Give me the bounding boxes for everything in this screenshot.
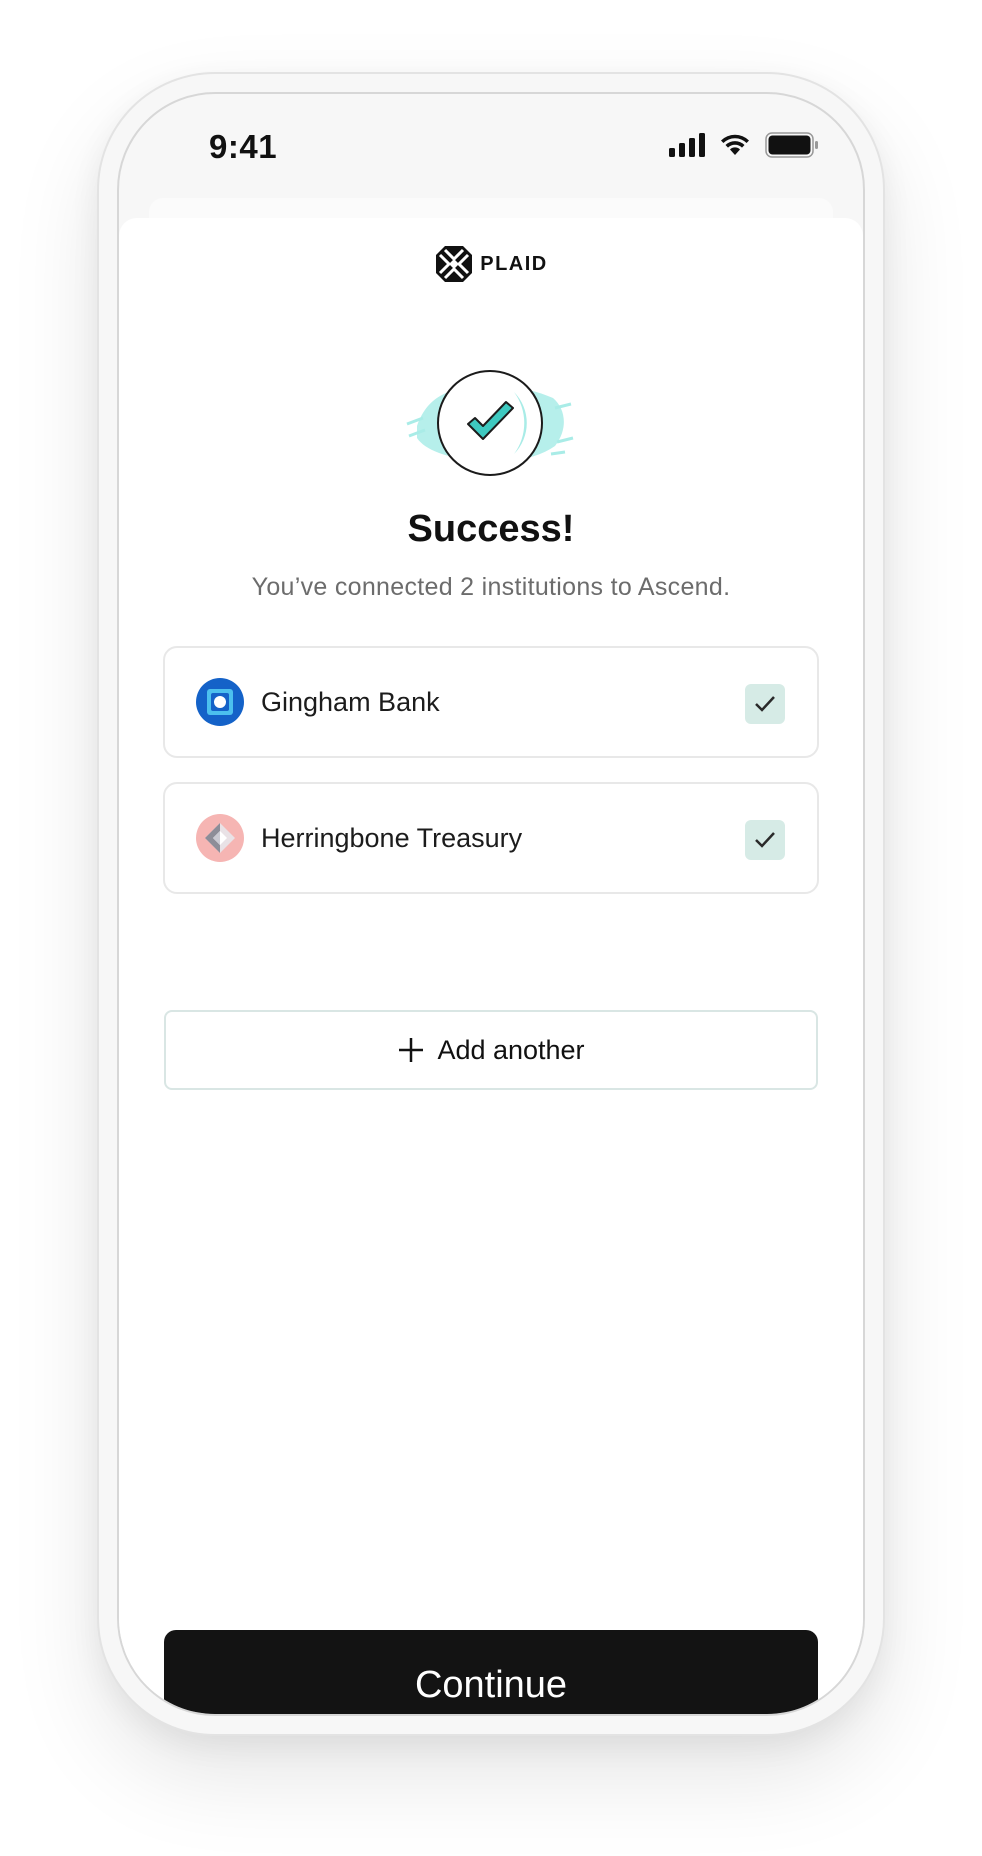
stage: 9:41 PLAID Success! You’ve connected 2 i… bbox=[0, 0, 982, 1856]
plaid-wordmark: PLAID bbox=[480, 252, 548, 275]
institution-card-gingham-bank[interactable]: Gingham Bank bbox=[163, 646, 819, 758]
add-another-label: Add another bbox=[437, 1034, 585, 1065]
battery-icon bbox=[765, 132, 819, 158]
continue-button[interactable]: Continue bbox=[164, 1630, 818, 1714]
add-another-button[interactable]: Add another bbox=[164, 1010, 818, 1090]
continue-label: Continue bbox=[414, 1663, 568, 1706]
success-sheet: PLAID Success! You’ve connected 2 instit… bbox=[119, 218, 863, 1714]
institution-name: Gingham Bank bbox=[261, 686, 440, 717]
herringbone-treasury-logo bbox=[196, 814, 244, 862]
phone-screen: 9:41 PLAID Success! You’ve connected 2 i… bbox=[117, 92, 865, 1716]
signal-icon bbox=[669, 133, 705, 157]
institution-card-herringbone-treasury[interactable]: Herringbone Treasury bbox=[163, 782, 819, 894]
page-subtitle: You’ve connected 2 institutions to Ascen… bbox=[251, 573, 731, 601]
plus-icon bbox=[399, 1038, 424, 1062]
plaid-logo: PLAID bbox=[119, 244, 863, 284]
status-icons bbox=[669, 132, 819, 158]
institution-name: Herringbone Treasury bbox=[261, 822, 523, 853]
connected-check-icon bbox=[745, 684, 785, 724]
status-time: 9:41 bbox=[209, 128, 278, 165]
gingham-bank-logo bbox=[196, 678, 244, 726]
wifi-icon bbox=[719, 133, 751, 157]
connected-check-icon bbox=[745, 820, 785, 860]
plaid-logo-icon bbox=[436, 246, 473, 282]
page-title: Success! bbox=[407, 508, 575, 550]
success-checkmark-icon bbox=[406, 370, 574, 476]
